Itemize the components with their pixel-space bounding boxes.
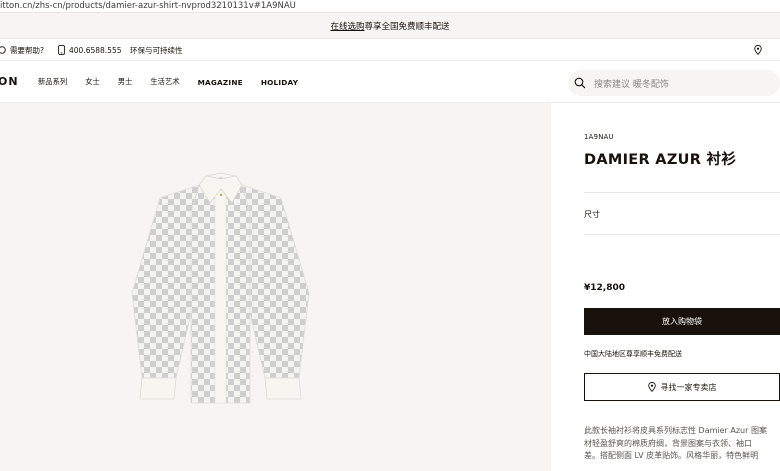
product-image-gallery[interactable] — [0, 103, 551, 471]
search-input[interactable]: 搜索建议 暖冬配饰 — [568, 70, 780, 96]
utility-bar: 需要帮助? 400.6588.555 环保与可持续性 — [0, 39, 780, 61]
add-to-bag-button[interactable]: 放入购物袋 — [584, 308, 780, 335]
product-image-shirt — [131, 172, 310, 404]
url-text[interactable]: itton.cn/zhs-cn/products/damier-azur-shi… — [0, 0, 296, 12]
find-store-label: 寻找一家专卖店 — [660, 382, 717, 392]
nav-item-women[interactable]: 女士 — [85, 77, 100, 87]
divider — [584, 192, 780, 193]
phone-icon — [58, 45, 65, 55]
product-sku: 1A9NAU — [584, 133, 614, 141]
phone-link[interactable]: 400.6588.555 — [58, 39, 122, 61]
nav-item-men[interactable]: 男士 — [118, 77, 133, 87]
main-navigation: ON 新品系列 女士 男士 生活艺术 MAGAZINE HOLIDAY 搜索建议… — [0, 61, 780, 103]
sustainability-label: 环保与可持续性 — [130, 45, 183, 55]
description-line: 材轻盈舒爽的棉质府绸，背景图案与衣领、袖口 — [584, 438, 752, 448]
find-store-button[interactable]: 寻找一家专卖店 — [584, 373, 780, 401]
brand-logo[interactable]: ON — [0, 75, 19, 88]
nav-item-art-of-living[interactable]: 生活艺术 — [150, 77, 179, 87]
promo-banner: 在线选购 尊享全国免费顺丰配送 — [0, 13, 780, 39]
help-label: 需要帮助? — [10, 45, 44, 55]
product-price: ¥12,800 — [584, 283, 625, 293]
nav-menu: 新品系列 女士 男士 生活艺术 MAGAZINE HOLIDAY — [38, 61, 316, 103]
sustainability-link[interactable]: 环保与可持续性 — [130, 39, 183, 61]
description-line: 差。搭配侧面 LV 皮革贴饰。风格华丽，特色鲜明 — [584, 451, 759, 460]
browser-address-bar[interactable]: itton.cn/zhs-cn/products/damier-azur-shi… — [0, 0, 780, 13]
nav-item-holiday[interactable]: HOLIDAY — [261, 78, 298, 87]
product-title: DAMIER AZUR 衬衫 — [584, 152, 737, 168]
nav-item-magazine[interactable]: MAGAZINE — [198, 78, 243, 87]
search-placeholder: 搜索建议 暖冬配饰 — [594, 79, 669, 90]
help-link[interactable]: 需要帮助? — [0, 39, 44, 61]
store-pin-icon — [647, 382, 656, 392]
product-description: 此款长袖衬衫将皮具系列标志性 Damier Azur 图案 材轻盈舒爽的棉质府绸… — [584, 425, 780, 463]
divider — [584, 234, 780, 235]
location-pin-icon — [754, 45, 762, 55]
nav-item-new[interactable]: 新品系列 — [38, 77, 67, 87]
size-selector[interactable]: 尺寸 — [584, 209, 600, 220]
search-icon — [574, 77, 586, 89]
description-line: 此款长袖衬衫将皮具系列标志性 Damier Azur 图案 — [584, 426, 767, 435]
store-locator-link[interactable] — [754, 39, 762, 61]
promo-shop-online-link[interactable]: 在线选购 — [330, 20, 364, 32]
shipping-note: 中国大陆地区尊享顺丰免费配送 — [584, 350, 682, 358]
phone-number: 400.6588.555 — [69, 45, 122, 55]
promo-text: 尊享全国免费顺丰配送 — [364, 21, 450, 32]
help-icon — [0, 46, 6, 54]
